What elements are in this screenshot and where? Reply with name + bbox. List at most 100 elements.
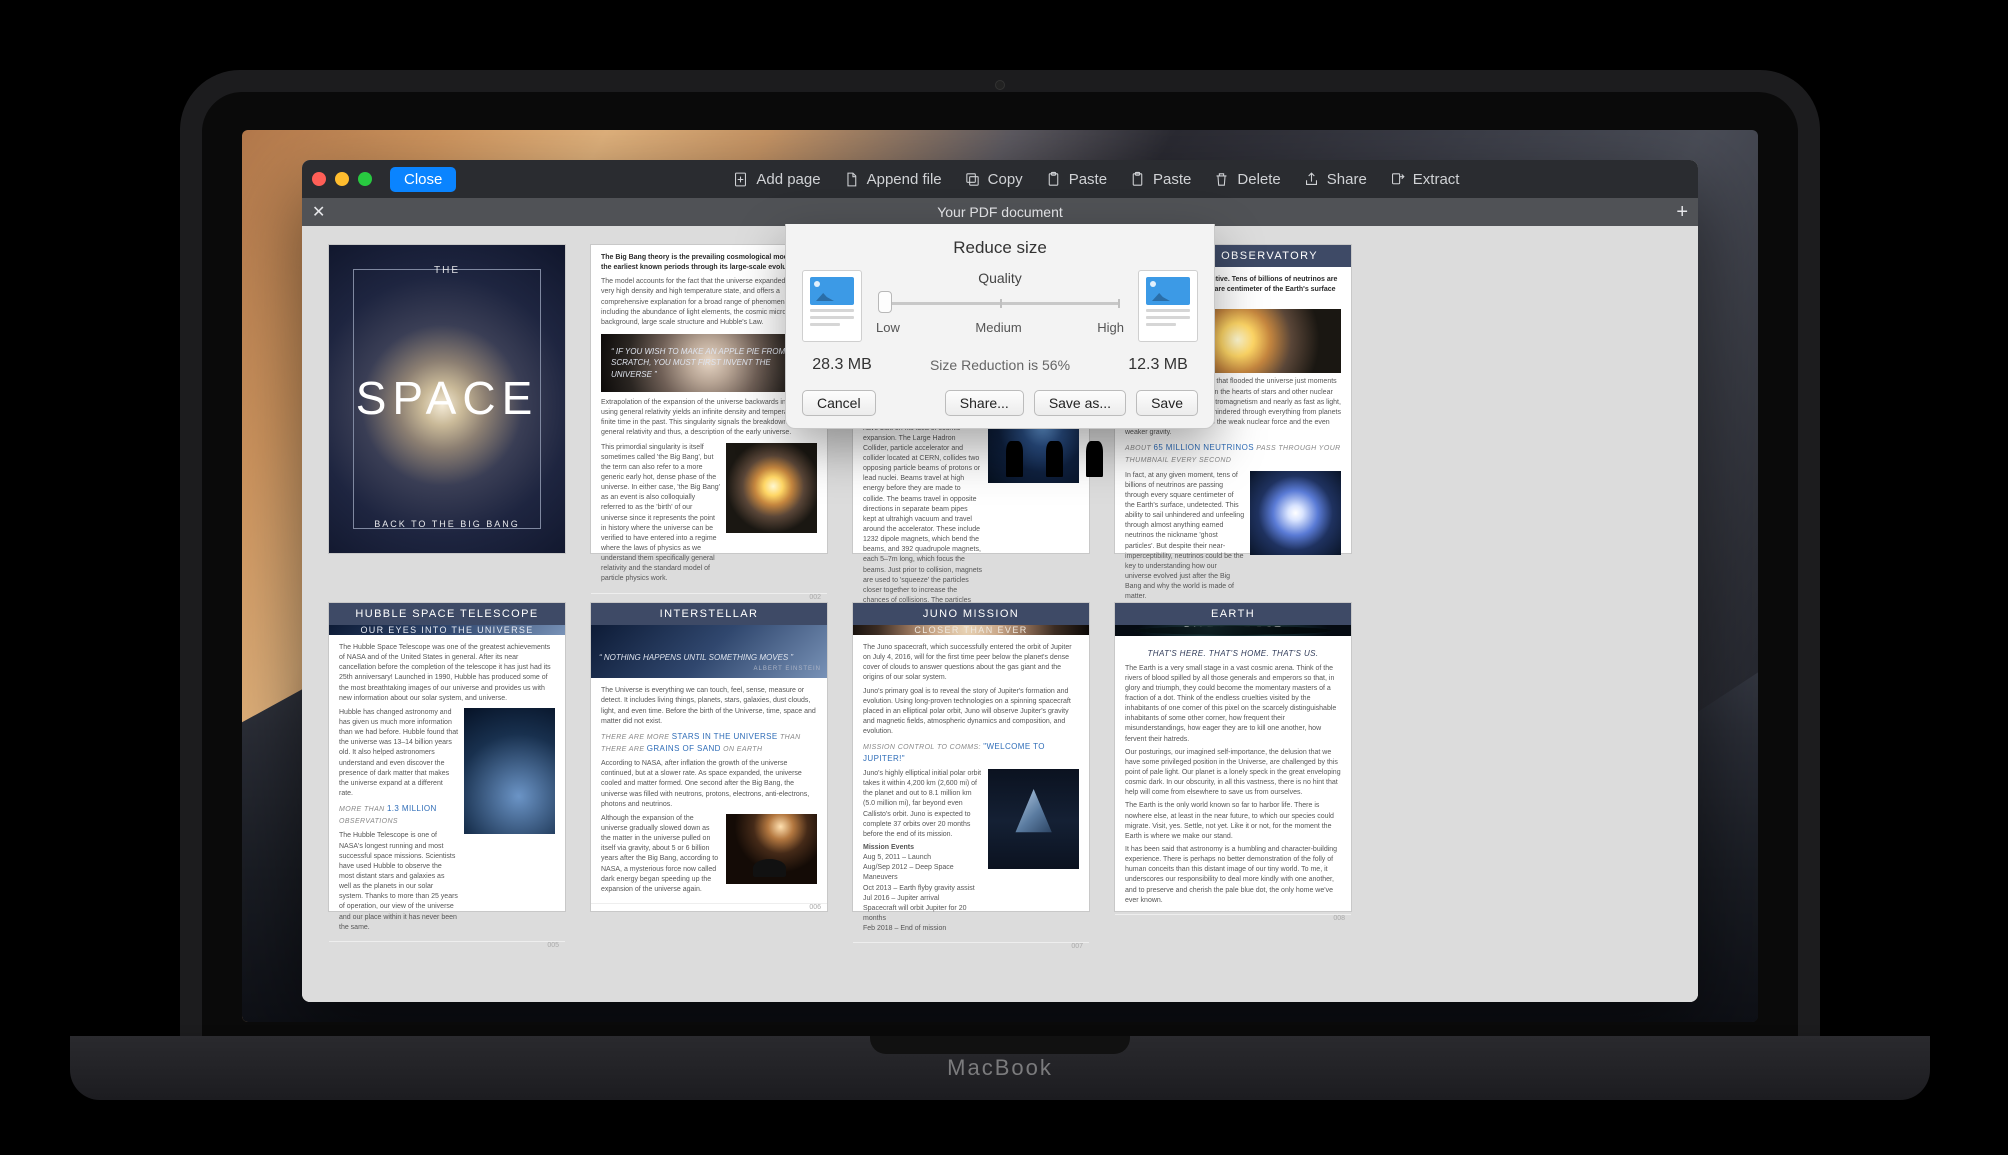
tool-share[interactable]: Share [1303,171,1367,188]
cover-pre: THE [345,265,549,276]
tool-delete[interactable]: Delete [1213,171,1280,188]
label: Paste [1069,171,1107,188]
page-thumb-8[interactable]: EARTH PALE BLUE DOT THAT'S HERE. THAT'S … [1114,602,1352,912]
dishes-image [726,814,817,884]
cancel-button[interactable]: Cancel [802,390,876,416]
reduction-text: Size Reduction is 56% [882,357,1118,373]
label: Add page [756,171,820,188]
text: Mission Events [863,843,982,853]
label: Append file [867,171,942,188]
page-header: HUBBLE SPACE TELESCOPE [329,603,565,625]
text: This primordial singularity is itself so… [601,443,720,585]
label: Delete [1237,171,1280,188]
scale-medium: Medium [975,320,1021,335]
laptop-frame: Close Add page Append file [180,70,1820,1070]
screen-bezel: Close Add page Append file [202,92,1798,1048]
slider-knob[interactable] [878,291,892,313]
text: According to NASA, after inflation the g… [601,759,817,810]
text: The Earth is the only world known so far… [1125,801,1341,842]
document-title: Your PDF document [937,204,1063,220]
hubble-image [464,708,555,834]
save-as-button[interactable]: Save as... [1034,390,1126,416]
text: Our posturings, our imagined self-import… [1125,748,1341,799]
reduce-size-dialog: Reduce size Quality [785,224,1215,429]
share-button[interactable]: Share... [945,390,1024,416]
page-thumb-1[interactable]: THE SPACE BACK TO THE BIG BANG [328,244,566,554]
laptop-deck: MacBook [70,1036,1930,1100]
sun-image [726,443,817,533]
page-footer: 007 [853,942,1089,950]
page-header: JUNO MISSION [853,603,1089,625]
page-footer: 005 [329,941,565,949]
quote: “ NOTHING HAPPENS UNTIL SOMETHING MOVES … [597,649,821,666]
camera-dot [995,80,1005,90]
tool-extract[interactable]: Extract [1389,171,1460,188]
dialog-title: Reduce size [802,238,1198,258]
text: The Hubble Space Telescope was one of th… [339,643,555,704]
page-footer: 008 [1115,914,1351,922]
tool-copy[interactable]: Copy [964,171,1023,188]
desktop-wallpaper: Close Add page Append file [242,130,1758,1022]
text: The Universe is everything we can touch,… [601,686,817,727]
tool-paste-2[interactable]: Paste [1129,171,1191,188]
quality-slider[interactable] [880,292,1120,314]
page-thumb-5[interactable]: HUBBLE SPACE TELESCOPE OUR EYES INTO THE… [328,602,566,912]
tool-append-file[interactable]: Append file [843,171,942,188]
text: The Hubble Telescope is one of NASA's lo… [339,831,458,932]
flare-image [1250,471,1341,555]
text: In fact, at any given moment, tens of bi… [1125,471,1244,603]
size-after: 12.3 MB [1118,356,1198,374]
document-subbar: ✕ Your PDF document + [302,198,1698,226]
trash-icon [1213,171,1230,188]
laptop-brand: MacBook [947,1055,1053,1081]
hinge-notch [870,1036,1130,1054]
preview-before [802,270,862,342]
tool-paste-1[interactable]: Paste [1045,171,1107,188]
paste-icon [1045,171,1062,188]
cover-subtitle: BACK TO THE BIG BANG [345,519,549,537]
add-page-icon [732,171,749,188]
add-tab-icon[interactable]: + [1676,201,1688,224]
cover-title: SPACE [345,371,549,425]
save-button[interactable]: Save [1136,390,1198,416]
text: The Juno spacecraft, which successfully … [863,643,1079,684]
size-before: 28.3 MB [802,356,882,374]
page-thumb-7[interactable]: JUNO MISSION CLOSER THAN EVER The Juno s… [852,602,1090,912]
credit: ALBERT EINSTEIN [597,666,821,672]
hero-subtitle: OUR EYES INTO THE UNIVERSE [361,625,534,635]
traffic-lights [312,172,372,186]
preview-after [1138,270,1198,342]
juno-image [988,769,1079,869]
preview-thumb-icon [1146,277,1190,305]
close-button[interactable]: Close [390,167,456,192]
tool-add-page[interactable]: Add page [732,171,820,188]
scale-high: High [1097,320,1124,335]
text: Hubble has changed astronomy and has giv… [339,708,458,799]
quote: “ IF YOU WISH TO MAKE AN APPLE PIE FROM … [609,342,809,385]
window-close-icon[interactable] [312,172,326,186]
label: Paste [1153,171,1191,188]
subhead: THAT'S HERE. THAT'S HOME. THAT'S US. [1125,648,1341,660]
window-zoom-icon[interactable] [358,172,372,186]
page-thumb-6[interactable]: INTERSTELLAR “ NOTHING HAPPENS UNTIL SOM… [590,602,828,912]
close-tab-icon[interactable]: ✕ [312,202,325,222]
text: It has been said that astronomy is a hum… [1125,845,1341,906]
toolbar: Close Add page Append file [302,160,1698,198]
append-file-icon [843,171,860,188]
quality-label: Quality [876,270,1124,286]
page-header: INTERSTELLAR [591,603,827,625]
app-window: Close Add page Append file [302,160,1698,1002]
text: Juno's primary goal is to reveal the sto… [863,687,1079,738]
copy-icon [964,171,981,188]
text: The Earth is a very small stage in a vas… [1125,664,1341,745]
share-icon [1303,171,1320,188]
thumb-row: HUBBLE SPACE TELESCOPE OUR EYES INTO THE… [328,602,1672,912]
hero-subtitle: PALE BLUE DOT [1184,625,1282,636]
page-footer: 002 [591,593,827,601]
text: Aug 5, 2011 – Launch Aug/Sep 2012 – Deep… [863,853,982,934]
extract-icon [1389,171,1406,188]
window-minimize-icon[interactable] [335,172,349,186]
paste-icon [1129,171,1146,188]
page-header: EARTH [1115,603,1351,625]
hero-subtitle: CLOSER THAN EVER [914,625,1027,635]
